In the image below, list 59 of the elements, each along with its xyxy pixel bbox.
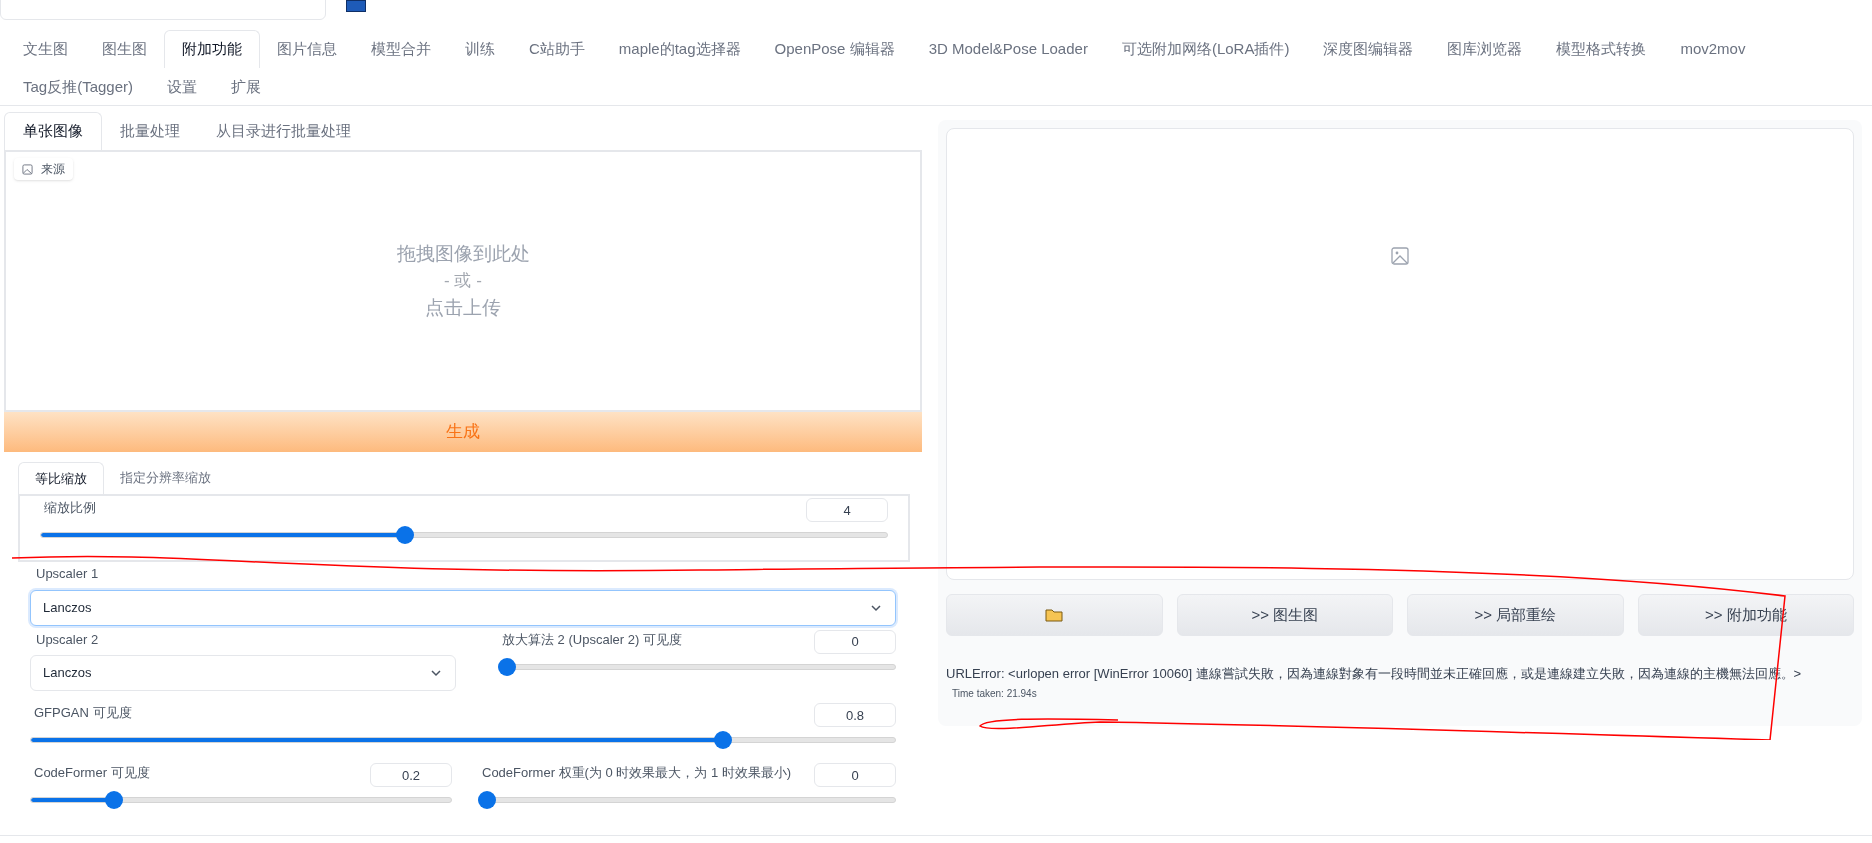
click-upload-text: 点击上传: [425, 295, 501, 320]
folder-icon: [1045, 608, 1064, 622]
number-field[interactable]: 0: [814, 763, 896, 787]
slider[interactable]: [498, 657, 896, 676]
main-tab[interactable]: 训练: [448, 30, 512, 68]
number-field[interactable]: 4: [806, 498, 888, 522]
dropdown[interactable]: Lanczos: [30, 589, 896, 626]
slider-thumb[interactable]: [105, 791, 124, 809]
slider-thumb[interactable]: [498, 657, 516, 676]
main-tab[interactable]: 模型合并: [354, 30, 448, 68]
main-tab[interactable]: 可选附加网络(LoRA插件): [1104, 30, 1307, 68]
slider-label: 缩放比例: [44, 499, 96, 517]
slider-label: CodeFormer 权重(为 0 时效果最大，为 1 时效果最小): [482, 764, 792, 782]
number-field[interactable]: 0: [814, 629, 896, 654]
main-tab[interactable]: 图片信息: [260, 30, 354, 68]
source-tab[interactable]: 从目录进行批量处理: [198, 112, 369, 150]
main-tab[interactable]: 设置: [150, 68, 215, 106]
main-tab[interactable]: Tag反推(Tagger): [6, 68, 151, 106]
slider[interactable]: [478, 791, 896, 809]
slider[interactable]: [40, 526, 888, 544]
main-tab[interactable]: 图生图: [85, 30, 164, 68]
slider-label: GFPGAN 可见度: [34, 704, 132, 722]
slider-thumb[interactable]: [713, 731, 732, 749]
resize-tab[interactable]: 等比缩放: [18, 462, 104, 494]
main-tab[interactable]: 扩展: [214, 68, 279, 106]
send-to-button[interactable]: >> 图生图: [1176, 594, 1393, 636]
image-icon: [1391, 247, 1409, 265]
time-taken: Time taken: 21.94s: [952, 686, 1038, 701]
or-separator: - 或 -: [444, 270, 482, 293]
main-tab[interactable]: 深度图编辑器: [1306, 30, 1431, 68]
main-tab[interactable]: mov2mov: [1663, 30, 1763, 68]
slider-label: 放大算法 2 (Upscaler 2) 可见度: [502, 630, 682, 649]
slider[interactable]: [30, 731, 896, 749]
field-label: Upscaler 2: [35, 630, 100, 649]
dropdown-value: Lanczos: [43, 664, 92, 683]
slider[interactable]: [30, 791, 452, 809]
number-field[interactable]: 0.8: [814, 703, 896, 727]
main-tab[interactable]: 3D Model&Pose Loader: [911, 30, 1105, 68]
main-tab[interactable]: 文生图: [6, 30, 85, 68]
source-label: 来源: [41, 161, 65, 178]
dropdown-value: Lanczos: [43, 598, 92, 617]
drop-prompt: 拖拽图像到此处: [396, 241, 530, 266]
source-tab[interactable]: 批量处理: [102, 112, 198, 150]
slider-label: CodeFormer 可见度: [34, 764, 150, 782]
slider-thumb[interactable]: [395, 526, 414, 544]
image-drop-area[interactable]: 来源 拖拽图像到此处 - 或 - 点击上传: [4, 150, 922, 412]
dropdown[interactable]: Lanczos: [30, 655, 456, 691]
main-tab[interactable]: 图库浏览器: [1430, 30, 1540, 68]
main-tab[interactable]: 模型格式转换: [1539, 30, 1664, 68]
send-to-button[interactable]: >> 局部重绘: [1407, 594, 1624, 636]
number-field[interactable]: 0.2: [370, 763, 452, 787]
main-tab[interactable]: 附加功能: [164, 30, 260, 68]
resize-tab[interactable]: 指定分辨率缩放: [104, 462, 227, 494]
main-tab[interactable]: C站助手: [512, 30, 602, 68]
field-label: Upscaler 1: [35, 565, 100, 583]
main-tab[interactable]: OpenPose 编辑器: [757, 30, 912, 68]
slider-thumb[interactable]: [478, 791, 496, 809]
main-tab[interactable]: maple的tag选择器: [601, 30, 758, 68]
image-icon: [22, 163, 33, 175]
